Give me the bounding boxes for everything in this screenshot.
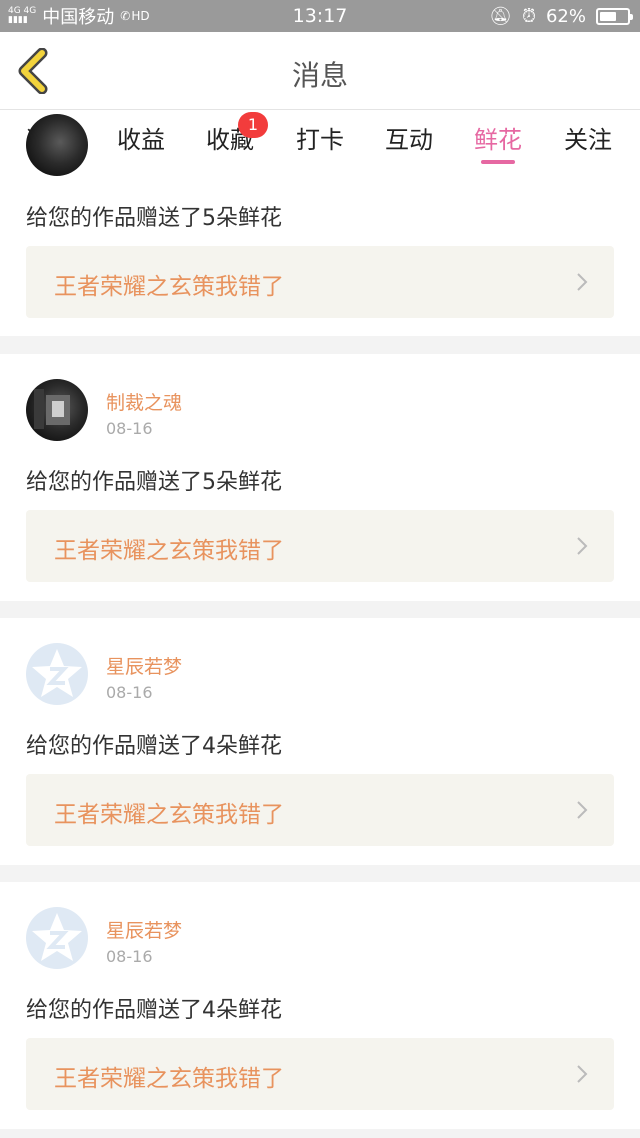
message-text: 给您的作品赠送了4朵鲜花 (26, 734, 282, 759)
avatar-image (34, 389, 70, 429)
tab-label: 关注 (564, 126, 612, 154)
tab-bar: 通知 收益 收藏 1 打卡 互动 鲜花 关注 (0, 110, 640, 172)
work-link[interactable]: 王者荣耀之玄策我错了 (26, 246, 614, 318)
tab-label: 打卡 (296, 126, 344, 154)
work-link[interactable]: 王者荣耀之玄策我错了 (26, 1038, 614, 1110)
message-card: 星辰若梦 08-16 给您的作品赠送了4朵鲜花 王者荣耀之玄策我错了 (0, 882, 640, 1129)
tab-label: 鲜花 (474, 126, 522, 154)
avatar[interactable] (26, 643, 88, 705)
message-date: 08-16 (106, 419, 153, 438)
tab-earnings[interactable]: 收益 (101, 120, 181, 155)
battery-icon (596, 7, 633, 25)
unread-badge: 1 (238, 112, 268, 138)
chevron-right-icon (577, 1065, 588, 1083)
username[interactable]: 制裁之魂 (106, 388, 182, 415)
work-title: 王者荣耀之玄策我错了 (54, 802, 284, 828)
active-tab-indicator (481, 160, 515, 164)
chevron-right-icon (577, 273, 588, 291)
tab-label: 互动 (385, 126, 433, 154)
chevron-right-icon (577, 537, 588, 555)
work-title: 王者荣耀之玄策我错了 (54, 538, 284, 564)
default-avatar-star-icon (32, 913, 82, 961)
work-title: 王者荣耀之玄策我错了 (54, 274, 284, 300)
message-text: 给您的作品赠送了5朵鲜花 (26, 470, 282, 495)
work-link[interactable]: 王者荣耀之玄策我错了 (26, 774, 614, 846)
tab-flowers[interactable]: 鲜花 (458, 120, 538, 164)
avatar[interactable] (26, 114, 88, 176)
alarm-icon: ⏰︎ (521, 5, 536, 27)
message-text: 给您的作品赠送了5朵鲜花 (26, 206, 282, 231)
work-title: 王者荣耀之玄策我错了 (54, 1066, 284, 1092)
tab-favorites[interactable]: 收藏 1 (190, 112, 270, 155)
tab-label: 收益 (117, 126, 165, 154)
page-title: 消息 (291, 59, 348, 92)
battery-fill (600, 11, 617, 21)
chevron-right-icon (577, 801, 588, 819)
username[interactable]: 星辰若梦 (106, 652, 182, 679)
avatar[interactable] (26, 379, 88, 441)
message-card: 制裁之魂 08-16 给您的作品赠送了5朵鲜花 王者荣耀之玄策我错了 (0, 354, 640, 601)
status-bar: 4G 4G ▮▮▮▮ 中国移动 ✆ HD 13:17 🔕︎ ⏰︎ 62% (0, 0, 640, 32)
tab-interactions[interactable]: 互动 (369, 120, 449, 155)
message-date: 08-16 (106, 947, 153, 966)
message-card: 给您的作品赠送了5朵鲜花 王者荣耀之玄策我错了 (0, 114, 640, 336)
message-date: 08-16 (106, 683, 153, 702)
username[interactable]: 星辰若梦 (106, 916, 182, 943)
message-text: 给您的作品赠送了4朵鲜花 (26, 998, 282, 1023)
battery-percent: 62% (545, 5, 586, 27)
tab-following[interactable]: 关注 (548, 120, 628, 155)
top-nav-bar: 消息 (0, 32, 640, 110)
work-link[interactable]: 王者荣耀之玄策我错了 (26, 510, 614, 582)
mute-bell-icon: 🔕︎ (489, 5, 512, 27)
avatar[interactable] (26, 907, 88, 969)
tab-checkin[interactable]: 打卡 (280, 120, 360, 155)
message-card: 星辰若梦 08-16 给您的作品赠送了4朵鲜花 王者荣耀之玄策我错了 (0, 618, 640, 865)
default-avatar-star-icon (32, 649, 82, 697)
